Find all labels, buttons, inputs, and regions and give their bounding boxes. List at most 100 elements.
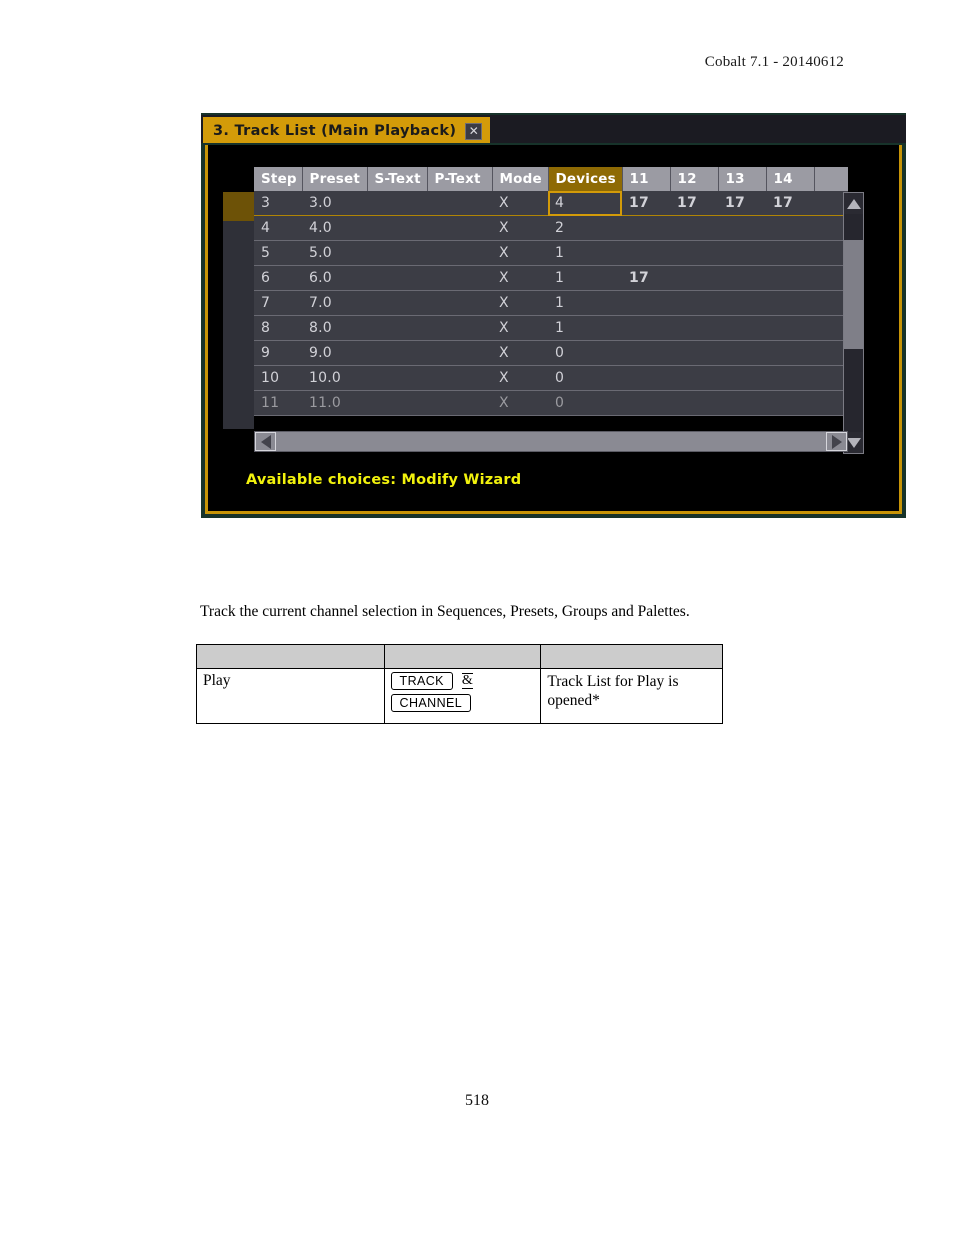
cell-13[interactable]	[718, 265, 766, 291]
cell-step[interactable]: 4	[254, 215, 302, 241]
cell-13[interactable]	[718, 340, 766, 366]
cell-11[interactable]: 17	[622, 191, 670, 216]
cell-14[interactable]	[766, 215, 814, 241]
cell-mode[interactable]: X	[492, 340, 548, 366]
cell-s-text[interactable]	[367, 365, 427, 391]
cell-mode[interactable]: X	[492, 265, 548, 291]
cell-mode[interactable]: X	[492, 315, 548, 341]
cell-13[interactable]	[718, 290, 766, 316]
cell-step[interactable]: 10	[254, 365, 302, 391]
cell-mode[interactable]: X	[492, 191, 548, 216]
cell-14[interactable]	[766, 340, 814, 366]
cell-preset[interactable]: 11.0	[302, 390, 367, 416]
cell-p-text[interactable]	[427, 340, 492, 366]
cell-14[interactable]	[766, 315, 814, 341]
cell-11[interactable]	[622, 340, 670, 366]
table-row[interactable]: 4 4.0 X 2	[254, 215, 848, 241]
cell-preset[interactable]: 8.0	[302, 315, 367, 341]
cell-11[interactable]	[622, 315, 670, 341]
cell-preset[interactable]: 10.0	[302, 365, 367, 391]
column-header-preset[interactable]: Preset	[302, 167, 368, 191]
cell-devices[interactable]: 1	[548, 240, 622, 266]
cell-p-text[interactable]	[427, 365, 492, 391]
cell-step[interactable]: 6	[254, 265, 302, 291]
cell-12[interactable]	[670, 315, 718, 341]
cell-p-text[interactable]	[427, 390, 492, 416]
cell-12[interactable]	[670, 215, 718, 241]
cell-s-text[interactable]	[367, 265, 427, 291]
cell-devices[interactable]: 4	[548, 191, 622, 216]
cell-12[interactable]	[670, 290, 718, 316]
cell-14[interactable]	[766, 265, 814, 291]
cell-step[interactable]: 11	[254, 390, 302, 416]
cell-13[interactable]	[718, 390, 766, 416]
cell-s-text[interactable]	[367, 215, 427, 241]
cell-11[interactable]: 17	[622, 265, 670, 291]
column-header-13[interactable]: 13	[718, 167, 767, 191]
cell-13[interactable]	[718, 315, 766, 341]
cell-13[interactable]	[718, 215, 766, 241]
table-row[interactable]: 7 7.0 X 1	[254, 290, 848, 316]
scroll-up-arrow-icon[interactable]	[844, 193, 863, 214]
cell-s-text[interactable]	[367, 240, 427, 266]
cell-14[interactable]	[766, 290, 814, 316]
cell-s-text[interactable]	[367, 340, 427, 366]
cell-p-text[interactable]	[427, 191, 492, 216]
cell-s-text[interactable]	[367, 191, 427, 216]
cell-step[interactable]: 5	[254, 240, 302, 266]
cell-preset[interactable]: 5.0	[302, 240, 367, 266]
cell-14[interactable]: 17	[766, 191, 814, 216]
column-header-step[interactable]: Step	[254, 167, 303, 191]
vertical-scrollbar[interactable]	[843, 192, 864, 454]
cell-p-text[interactable]	[427, 265, 492, 291]
row-selector-column[interactable]	[223, 192, 254, 429]
column-header-12[interactable]: 12	[670, 167, 719, 191]
cell-step[interactable]: 3	[254, 191, 302, 216]
cell-devices[interactable]: 0	[548, 390, 622, 416]
cell-11[interactable]	[622, 365, 670, 391]
dialog-tab[interactable]: 3. Track List (Main Playback) ✕	[203, 117, 491, 145]
table-row[interactable]: 8 8.0 X 1	[254, 315, 848, 341]
cell-s-text[interactable]	[367, 290, 427, 316]
cell-preset[interactable]: 6.0	[302, 265, 367, 291]
cell-12[interactable]	[670, 265, 718, 291]
cell-mode[interactable]: X	[492, 290, 548, 316]
cell-mode[interactable]: X	[492, 365, 548, 391]
column-header-p-text[interactable]: P-Text	[427, 167, 493, 191]
cell-preset[interactable]: 4.0	[302, 215, 367, 241]
table-row[interactable]: 11 11.0 X 0	[254, 390, 848, 416]
cell-p-text[interactable]	[427, 240, 492, 266]
cell-12[interactable]	[670, 240, 718, 266]
cell-devices[interactable]: 2	[548, 215, 622, 241]
cell-devices[interactable]: 0	[548, 340, 622, 366]
cell-13[interactable]	[718, 365, 766, 391]
close-icon[interactable]: ✕	[465, 122, 483, 140]
cell-preset[interactable]: 9.0	[302, 340, 367, 366]
cell-s-text[interactable]	[367, 390, 427, 416]
scroll-right-arrow-icon[interactable]	[826, 432, 847, 451]
row-selector-active[interactable]	[223, 192, 254, 221]
column-header-11[interactable]: 11	[622, 167, 671, 191]
cell-step[interactable]: 9	[254, 340, 302, 366]
table-row[interactable]: 10 10.0 X 0	[254, 365, 848, 391]
horizontal-scrollbar[interactable]	[254, 431, 848, 452]
column-header-devices[interactable]: Devices	[548, 167, 623, 191]
column-header-14[interactable]: 14	[766, 167, 815, 191]
cell-p-text[interactable]	[427, 290, 492, 316]
cell-preset[interactable]: 3.0	[302, 191, 367, 216]
column-header-mode[interactable]: Mode	[492, 167, 549, 191]
cell-14[interactable]	[766, 390, 814, 416]
cell-12[interactable]	[670, 390, 718, 416]
cell-13[interactable]: 17	[718, 191, 766, 216]
cell-p-text[interactable]	[427, 315, 492, 341]
cell-11[interactable]	[622, 290, 670, 316]
column-header-s-text[interactable]: S-Text	[367, 167, 428, 191]
cell-step[interactable]: 8	[254, 315, 302, 341]
cell-12[interactable]: 17	[670, 191, 718, 216]
cell-devices[interactable]: 1	[548, 265, 622, 291]
cell-12[interactable]	[670, 340, 718, 366]
cell-11[interactable]	[622, 215, 670, 241]
cell-p-text[interactable]	[427, 215, 492, 241]
scroll-left-arrow-icon[interactable]	[255, 432, 276, 451]
table-row[interactable]: 3 3.0 X 4 17 17 17 17	[254, 191, 848, 216]
